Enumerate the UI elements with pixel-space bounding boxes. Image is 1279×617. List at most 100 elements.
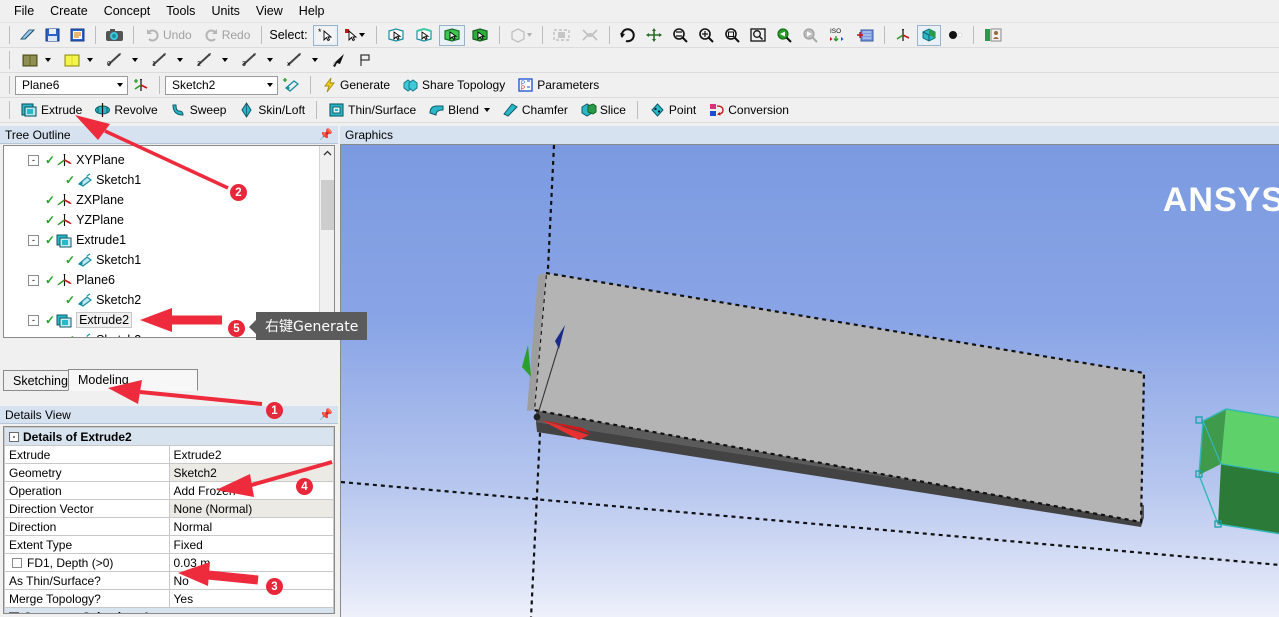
chevron-down-icon[interactable] [132,58,138,62]
new-sketch-icon[interactable] [58,50,98,71]
details-section2-header[interactable]: - Geometry Selection: 1 [4,607,334,613]
chevron-down-icon[interactable] [111,77,127,94]
zoom-to-fit-icon[interactable] [746,25,770,46]
iso-view-icon[interactable]: ISO [824,25,850,46]
zoom-fit-icon[interactable] [720,25,744,46]
chevron-down-icon[interactable] [222,58,228,62]
chevron-down-icon[interactable] [177,58,183,62]
chamfer-button[interactable]: Chamfer [497,100,573,121]
parameters-button[interactable]: PP Parameters [512,75,604,96]
tree-node-plane6[interactable]: - ✓ Plane6 [4,270,334,290]
zoom-icon[interactable] [668,25,692,46]
display-plane-icon[interactable] [891,25,915,46]
tree-expander[interactable]: - [28,314,39,326]
new-plane-from-button[interactable] [129,75,153,96]
select-mode-box-icon[interactable] [340,25,370,46]
menu-view[interactable]: View [248,2,291,20]
pin-icon[interactable]: 📌 [319,128,333,141]
details-row-value-cell[interactable]: No [168,571,334,590]
display-model-icon[interactable] [916,24,941,46]
chevron-down-icon[interactable] [483,108,490,112]
section-collapse-icon[interactable]: - [9,432,19,443]
details-view-body[interactable]: - Details of Extrude2 Extrude Extrude2 Geome… [3,426,335,614]
details-row[interactable]: Direction Normal [4,517,334,536]
save-icon[interactable] [41,25,64,46]
skin-loft-button[interactable]: Skin/Loft [233,100,310,121]
flag-icon[interactable] [353,50,377,71]
select-face-icon[interactable] [438,24,465,46]
details-row[interactable]: Extent Type Fixed [4,535,334,554]
previous-view-icon[interactable] [772,25,796,46]
tree-node-sketch1[interactable]: ✓ Sketch1 [4,250,334,270]
active-plane-combo[interactable]: Plane6 [15,75,128,95]
details-section-header[interactable]: - Details of Extrude2 [4,427,334,446]
box-zoom-icon[interactable] [694,25,718,46]
menu-tools[interactable]: Tools [158,2,203,20]
details-row-value-cell[interactable]: None (Normal) [168,499,334,518]
details-row[interactable]: As Thin/Surface? No [4,571,334,590]
details-row-value-cell[interactable]: Normal [168,517,334,536]
display-point-icon[interactable] [943,25,967,46]
details-row-value-cell[interactable]: 0.03 m [168,553,334,572]
revolve-button[interactable]: Revolve [89,100,162,121]
tree-node-sketch2[interactable]: ✓ Sketch2 [4,290,334,310]
generate-button[interactable]: Generate [317,75,395,96]
tree-node-zxplane[interactable]: ✓ ZXPlane [4,190,334,210]
thin-surface-button[interactable]: Thin/Surface [323,100,421,121]
chevron-down-icon[interactable] [45,58,51,62]
section-collapse-icon[interactable]: - [9,612,19,613]
tree-outline-body[interactable]: - ✓ XYPlane ✓ Sketch1 ✓ ZXPlane ✓ YZPlane - ✓ Extru… [3,145,335,338]
conversion-button[interactable]: Conversion [703,100,794,121]
rotate-icon[interactable] [616,25,640,46]
tree-node-sketch1[interactable]: ✓ Sketch1 [4,170,334,190]
tab-modeling[interactable]: Modeling [68,369,198,391]
tree-node-xyplane[interactable]: - ✓ XYPlane [4,150,334,170]
details-row[interactable]: Merge Topology? Yes [4,589,334,608]
details-row[interactable]: Direction Vector None (Normal) [4,499,334,518]
tree-expander[interactable]: - [28,274,39,286]
select-body-icon[interactable] [467,25,493,46]
menu-help[interactable]: Help [291,2,333,20]
details-row-value-cell[interactable]: Extrude2 [168,445,334,464]
save-as-icon[interactable] [66,25,89,46]
scroll-up-icon[interactable] [320,146,334,161]
new-plane-icon[interactable] [16,50,56,71]
chevron-down-icon[interactable] [267,58,273,62]
details-row[interactable]: Extrude Extrude2 [4,445,334,464]
sketch-projection-x-icon[interactable]: x [280,50,323,71]
new-icon[interactable] [16,25,39,46]
pan-icon[interactable] [642,25,666,46]
details-row-value-cell[interactable]: Yes [168,589,334,608]
parameter-checkbox[interactable] [12,558,22,569]
sketch-projection-2-icon[interactable]: 2 [190,50,233,71]
tree-node-yzplane[interactable]: ✓ YZPlane [4,210,334,230]
details-row[interactable]: Geometry Sketch2 [4,463,334,482]
slice-button[interactable]: Slice [575,100,631,121]
menu-units[interactable]: Units [203,2,247,20]
sweep-button[interactable]: Sweep [165,100,232,121]
look-at-icon[interactable] [852,25,878,46]
pin-icon[interactable]: 📌 [319,408,333,421]
camera-icon[interactable] [102,25,127,46]
select-vertex-icon[interactable] [383,25,409,46]
share-topology-button[interactable]: Share Topology [397,75,510,96]
select-mode-single-icon[interactable]: * [312,24,338,46]
point-button[interactable]: Point [644,100,701,121]
scrollbar-thumb[interactable] [321,180,334,230]
select-edge-icon[interactable] [411,25,437,46]
menu-concept[interactable]: Concept [96,2,159,20]
sketch-projection-1-icon[interactable]: 1 [145,50,188,71]
tab-sketching[interactable]: Sketching [3,370,78,391]
graphics-viewport[interactable]: ANSYS 0.000 0.100 0.200 (m) https://blog… [340,144,1279,617]
chevron-down-icon[interactable] [312,58,318,62]
chevron-down-icon[interactable] [87,58,93,62]
tree-node-extrude1[interactable]: - ✓ Extrude1 [4,230,334,250]
sketch-projection-0-icon[interactable]: 0 [100,50,143,71]
chevron-down-icon[interactable] [261,77,277,94]
tree-expander[interactable]: - [28,154,39,166]
active-sketch-combo[interactable]: Sketch2 [165,75,278,95]
tree-scrollbar[interactable] [319,146,334,337]
extrude-button[interactable]: Extrude [16,100,87,121]
details-row[interactable]: FD1, Depth (>0) 0.03 m [4,553,334,572]
tree-expander[interactable]: - [28,234,39,246]
